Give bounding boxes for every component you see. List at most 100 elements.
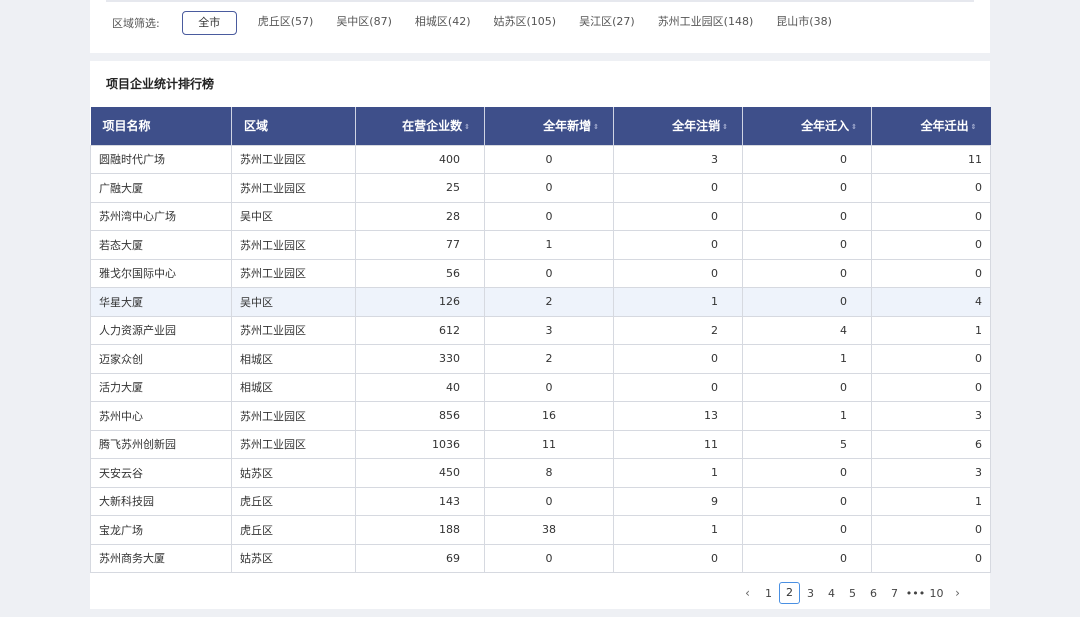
prev-page-icon[interactable]: ‹	[737, 586, 758, 600]
moved-in-cell: 0	[742, 230, 872, 260]
moved-out-cell: 6	[871, 429, 991, 459]
project-name-cell: 大新科技园	[90, 486, 232, 516]
project-name-cell: 活力大厦	[90, 372, 232, 402]
page-6[interactable]: 6	[863, 587, 884, 600]
column-header-new-this-year[interactable]: 全年新增 ⇕	[484, 107, 614, 145]
moved-in-cell: 0	[742, 144, 872, 174]
sort-icon[interactable]: ⇕	[464, 123, 470, 131]
table-row[interactable]: 人力资源产业园 苏州工业园区 612 3 2 4 1	[90, 315, 991, 345]
region-chip-sip[interactable]: 苏州工业园区(148)	[647, 11, 765, 35]
moved-out-cell: 0	[871, 258, 991, 288]
table-row[interactable]: 圆融时代广场 苏州工业园区 400 0 3 0 11	[90, 144, 991, 174]
moved-in-cell: 0	[742, 543, 872, 573]
project-name-cell: 迈家众创	[90, 344, 232, 374]
moved-out-cell: 0	[871, 515, 991, 545]
region-chip-wujiang[interactable]: 吴江区(27)	[568, 11, 646, 35]
table-row[interactable]: 若态大厦 苏州工业园区 77 1 0 0 0	[90, 230, 991, 260]
region-chip-huqiu[interactable]: 虎丘区(57)	[247, 11, 325, 35]
region-filter-row: 区域筛选: 全市 虎丘区(57) 吴中区(87) 相城区(42) 姑苏区(105…	[112, 11, 844, 35]
active-companies-cell: 143	[355, 486, 485, 516]
new-cell: 2	[484, 344, 614, 374]
column-header-active-companies[interactable]: 在营企业数 ⇕	[355, 107, 485, 145]
table-row[interactable]: 迈家众创 相城区 330 2 0 1 0	[90, 344, 991, 374]
cancelled-cell: 0	[613, 258, 743, 288]
table-row[interactable]: 雅戈尔国际中心 苏州工业园区 56 0 0 0 0	[90, 258, 991, 288]
region-cell: 苏州工业园区	[231, 401, 356, 431]
page-10[interactable]: 10	[926, 587, 947, 600]
page-3[interactable]: 3	[800, 587, 821, 600]
next-page-icon[interactable]: ›	[947, 586, 968, 600]
moved-out-cell: 3	[871, 401, 991, 431]
moved-in-cell: 0	[742, 258, 872, 288]
table-row[interactable]: 腾飞苏州创新园 苏州工业园区 1036 11 11 5 6	[90, 429, 991, 459]
page-7[interactable]: 7	[884, 587, 905, 600]
moved-in-cell: 5	[742, 429, 872, 459]
project-name-cell: 苏州湾中心广场	[90, 201, 232, 231]
new-cell: 0	[484, 543, 614, 573]
table-row[interactable]: 宝龙广场 虎丘区 188 38 1 0 0	[90, 515, 991, 545]
region-cell: 苏州工业园区	[231, 230, 356, 260]
moved-out-cell: 0	[871, 543, 991, 573]
region-chip-xiangcheng[interactable]: 相城区(42)	[404, 11, 482, 35]
column-header-region: 区域	[231, 107, 356, 145]
table-row[interactable]: 天安云谷 姑苏区 450 8 1 0 3	[90, 458, 991, 488]
project-name-cell: 宝龙广场	[90, 515, 232, 545]
table-row[interactable]: 活力大厦 相城区 40 0 0 0 0	[90, 372, 991, 402]
page-2-current[interactable]: 2	[779, 582, 800, 604]
active-companies-cell: 126	[355, 287, 485, 317]
page-4[interactable]: 4	[821, 587, 842, 600]
table-row[interactable]: 苏州湾中心广场 吴中区 28 0 0 0 0	[90, 201, 991, 231]
table-row[interactable]: 苏州商务大厦 姑苏区 69 0 0 0 0	[90, 543, 991, 573]
region-cell: 虎丘区	[231, 515, 356, 545]
project-name-cell: 苏州商务大厦	[90, 543, 232, 573]
table-row[interactable]: 大新科技园 虎丘区 143 0 9 0 1	[90, 486, 991, 516]
new-cell: 16	[484, 401, 614, 431]
region-cell: 吴中区	[231, 201, 356, 231]
project-name-cell: 苏州中心	[90, 401, 232, 431]
active-companies-cell: 400	[355, 144, 485, 174]
moved-out-cell: 1	[871, 315, 991, 345]
sort-icon[interactable]: ⇕	[851, 123, 857, 131]
column-header-moved-in-this-year[interactable]: 全年迁入 ⇕	[742, 107, 872, 145]
region-chip-all[interactable]: 全市	[181, 11, 237, 35]
table-row[interactable]: 广融大厦 苏州工业园区 25 0 0 0 0	[90, 173, 991, 203]
page-1[interactable]: 1	[758, 587, 779, 600]
active-companies-cell: 612	[355, 315, 485, 345]
active-companies-cell: 450	[355, 458, 485, 488]
region-chip-wuzhong[interactable]: 吴中区(87)	[325, 11, 403, 35]
region-cell: 苏州工业园区	[231, 315, 356, 345]
cancelled-cell: 2	[613, 315, 743, 345]
project-name-cell: 人力资源产业园	[90, 315, 232, 345]
project-name-cell: 天安云谷	[90, 458, 232, 488]
ranking-panel: 项目企业统计排行榜 项目名称 区域 在营企业数 ⇕ 全年新增 ⇕ 全年注销 ⇕ 全年迁…	[90, 61, 991, 609]
column-header-cancelled-this-year[interactable]: 全年注销 ⇕	[613, 107, 743, 145]
column-header-moved-out-this-year[interactable]: 全年迁出 ⇕	[871, 107, 991, 145]
region-chip-gusu[interactable]: 姑苏区(105)	[483, 11, 568, 35]
project-name-cell: 腾飞苏州创新园	[90, 429, 232, 459]
sort-icon[interactable]: ⇕	[722, 123, 728, 131]
moved-out-cell: 4	[871, 287, 991, 317]
new-cell: 0	[484, 486, 614, 516]
moved-in-cell: 0	[742, 173, 872, 203]
region-cell: 姑苏区	[231, 458, 356, 488]
sort-icon[interactable]: ⇕	[971, 123, 977, 131]
region-chip-kunshan[interactable]: 昆山市(38)	[765, 11, 843, 35]
region-cell: 苏州工业园区	[231, 173, 356, 203]
moved-out-cell: 0	[871, 372, 991, 402]
region-cell: 吴中区	[231, 287, 356, 317]
cancelled-cell: 0	[613, 543, 743, 573]
active-companies-cell: 56	[355, 258, 485, 288]
moved-in-cell: 0	[742, 372, 872, 402]
page-5[interactable]: 5	[842, 587, 863, 600]
table-header-row: 项目名称 区域 在营企业数 ⇕ 全年新增 ⇕ 全年注销 ⇕ 全年迁入 ⇕ 全年迁出 ⇕	[90, 107, 991, 145]
region-cell: 苏州工业园区	[231, 144, 356, 174]
cancelled-cell: 0	[613, 344, 743, 374]
new-cell: 8	[484, 458, 614, 488]
region-filter-panel: 区域筛选: 全市 虎丘区(57) 吴中区(87) 相城区(42) 姑苏区(105…	[90, 0, 990, 53]
sort-icon[interactable]: ⇕	[593, 123, 599, 131]
table-row[interactable]: 华星大厦 吴中区 126 2 1 0 4	[90, 287, 991, 317]
region-cell: 姑苏区	[231, 543, 356, 573]
table-row[interactable]: 苏州中心 苏州工业园区 856 16 13 1 3	[90, 401, 991, 431]
new-cell: 0	[484, 258, 614, 288]
more-pages-ellipsis[interactable]: •••	[905, 587, 926, 600]
